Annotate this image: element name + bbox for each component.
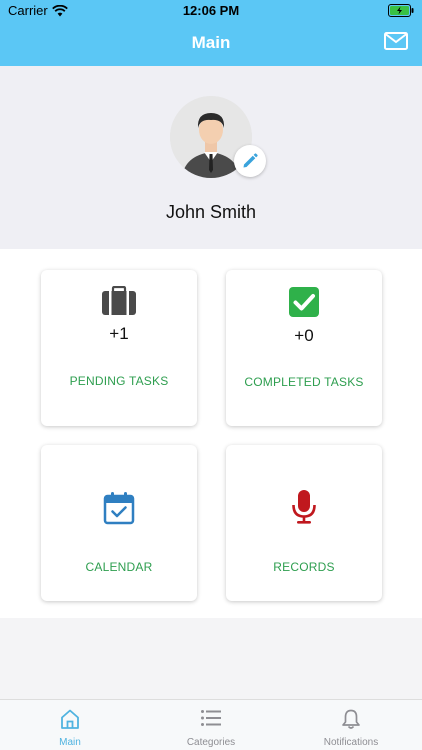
tab-categories[interactable]: Categories (141, 700, 281, 750)
records-label: RECORDS (273, 560, 335, 574)
calendar-label: CALENDAR (85, 560, 153, 574)
dashboard-grid: +1 PENDING TASKS +0 COMPLETED TASKS CALE… (0, 249, 422, 618)
header-bar: Carrier 12:06 PM Main (0, 0, 422, 66)
list-icon (141, 708, 281, 728)
battery-icon (388, 4, 414, 20)
tab-bar: Main Categories Notifications (0, 699, 422, 750)
checkbox-icon (226, 287, 382, 322)
tab-notifications[interactable]: Notifications (281, 700, 421, 750)
pencil-icon (243, 153, 258, 168)
messages-button[interactable] (384, 32, 410, 54)
completed-tasks-label: COMPLETED TASKS (244, 375, 364, 389)
pending-tasks-label: PENDING TASKS (69, 374, 169, 388)
tab-main-label: Main (59, 737, 81, 748)
calendar-icon (41, 491, 197, 530)
tab-categories-label: Categories (186, 737, 236, 748)
briefcase-icon (41, 285, 197, 321)
user-name: John Smith (165, 202, 257, 222)
home-icon (0, 708, 140, 730)
bell-icon (281, 708, 421, 730)
status-bar: Carrier 12:06 PM (0, 0, 422, 22)
calendar-card[interactable]: CALENDAR (41, 445, 197, 601)
pending-tasks-count: +1 (109, 324, 129, 343)
mail-icon (384, 32, 408, 50)
completed-tasks-card[interactable]: +0 COMPLETED TASKS (226, 270, 382, 426)
completed-tasks-count: +0 (294, 326, 314, 345)
microphone-icon (226, 489, 382, 530)
pending-tasks-card[interactable]: +1 PENDING TASKS (41, 270, 197, 426)
tab-notifications-label: Notifications (323, 737, 379, 748)
records-card[interactable]: RECORDS (226, 445, 382, 601)
tab-main[interactable]: Main (0, 700, 140, 750)
edit-profile-button[interactable] (234, 145, 266, 177)
page-title: Main (191, 33, 231, 52)
profile-section: John Smith (0, 66, 422, 249)
status-time: 12:06 PM (182, 3, 240, 18)
